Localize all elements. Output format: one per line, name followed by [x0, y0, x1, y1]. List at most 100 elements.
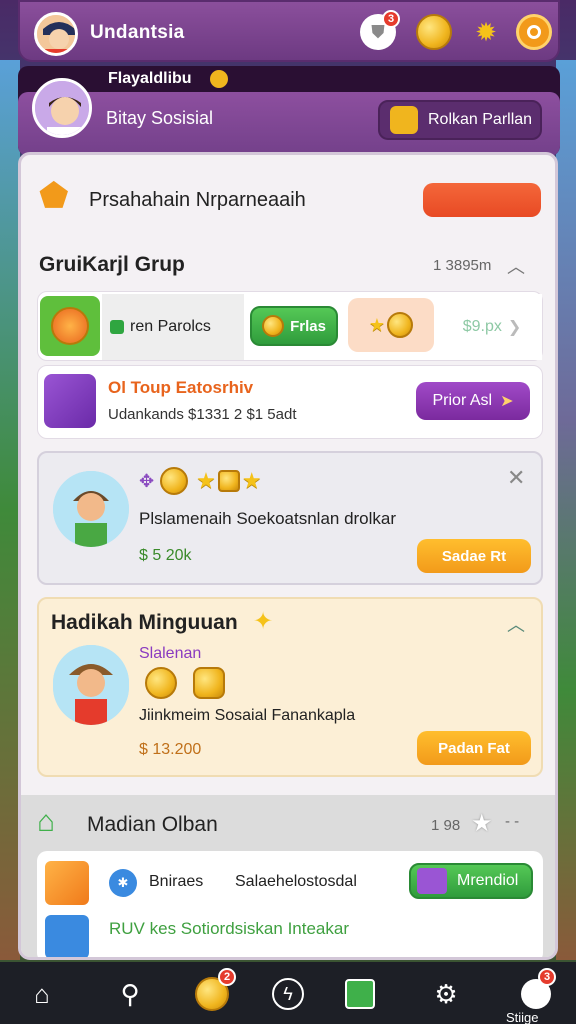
coin-stack-icon	[217, 470, 240, 492]
bottom-nav: ⌂ ⚲ 2 ϟ ⚙ 3 Stiige	[0, 962, 576, 1024]
nav-tasks[interactable]	[340, 974, 380, 1014]
chevron-right-icon: ❯	[507, 319, 522, 336]
star-badge-icon: ⬟	[39, 177, 69, 215]
chip-3[interactable]: ★	[348, 298, 434, 352]
coin-icon	[160, 467, 189, 495]
background-right	[556, 60, 576, 960]
settings-ring-icon[interactable]	[516, 14, 552, 50]
sparkle-icon: ✦	[253, 608, 274, 635]
coin-icon	[262, 315, 285, 337]
gift-icon	[44, 374, 96, 428]
game-controller-icon: ✱	[109, 869, 137, 897]
profile-section: Flayaldlibu Bitay Sosisial Rolkan Parlla…	[18, 66, 560, 156]
star-icon: ★	[241, 468, 262, 493]
group-title: GruiKarjl Grup	[39, 253, 185, 276]
character-avatar	[53, 471, 129, 547]
chip-4-label: $9.px	[462, 318, 502, 335]
weekly-reward-icons	[145, 667, 225, 699]
search-icon: ⚲	[120, 978, 140, 1009]
coin-icon	[387, 312, 414, 338]
group-thumbnail[interactable]	[40, 296, 100, 356]
chip-4[interactable]: $9.px ❯	[442, 294, 542, 360]
shield-icon[interactable]: ⛊ 3	[360, 10, 400, 50]
friend-text: Plslamenaih Soekoatsnlan drolkar	[139, 509, 397, 528]
invite-section: ⌂ Madian Olban 1 98 ★ - - ✱ Bniraes Sala…	[21, 795, 555, 957]
nav-rewards[interactable]: 2	[192, 968, 236, 1014]
invite-meta: 1 98	[431, 817, 461, 834]
section-title: Prsahahain Nrparneaaih	[89, 189, 306, 211]
invite-label-2: Salaehelostosdal	[235, 873, 357, 890]
coin-icon	[210, 70, 228, 88]
chip-1-label: ren Parolcs	[130, 318, 211, 335]
arrow-right-icon: ➤	[500, 393, 514, 410]
coin-box-icon	[390, 106, 418, 134]
nav-boost[interactable]: ϟ	[268, 974, 308, 1014]
star-icon: ★	[196, 468, 216, 493]
profile-action-label: Rolkan Parllan	[428, 111, 533, 128]
friend-action-button[interactable]: Sadae Rt	[417, 539, 531, 573]
weekly-action-label: Padan Fat	[438, 739, 510, 757]
main-panel: ⬟ Prsahahain Nrparneaaih GruiKarjl Grup …	[18, 152, 558, 960]
friend-card: ✥ ★ ★ Plslamenaih Soekoatsnlan drolkar $…	[37, 451, 543, 585]
chip-2-label: Frlas	[290, 317, 326, 335]
chevron-up-icon[interactable]: ︿	[507, 253, 525, 279]
crossed-icon	[417, 868, 447, 894]
coin-icon[interactable]	[416, 14, 452, 50]
invite-title: Madian Olban	[87, 813, 218, 836]
home-outline-icon: ⌂	[37, 805, 56, 838]
event-card: Ol Toup Eatosrhiv Udankands $1331 2 $1 5…	[37, 365, 543, 439]
gift-icon	[45, 861, 89, 905]
invite-label-1: Bniraes	[149, 873, 204, 890]
character-avatar	[53, 645, 129, 725]
invite-footer-text: RUV kes Sotiordsiskan Inteakar	[109, 919, 349, 938]
weekly-text: Jiinkmeim Sosaial Fanankapla	[139, 707, 356, 724]
app-title: Undantsia	[90, 22, 185, 43]
friend-amount: $ 5 20k	[139, 547, 192, 564]
nav-badge: 2	[218, 968, 236, 986]
profile-name: Bitay Sosisial	[106, 108, 214, 128]
invite-row: ✱ Bniraes Salaehelostosdal Mrendiol RUV …	[37, 851, 543, 957]
gem-icon	[110, 320, 124, 334]
weekly-action-button[interactable]: Padan Fat	[417, 731, 531, 765]
profile-avatar[interactable]	[32, 78, 92, 138]
weekly-amount: $ 13.200	[139, 741, 202, 758]
event-action-button[interactable]: Prior Asl ➤	[416, 382, 530, 420]
medal-icon	[51, 307, 89, 345]
event-subtitle: Udankands $1331 2 $1 5adt	[108, 406, 297, 423]
top-bar: Undantsia ⛊ 3 ✹	[18, 0, 560, 62]
nav-profile[interactable]: 3	[516, 968, 556, 1014]
invite-action-button[interactable]: Mrendiol	[409, 863, 533, 899]
star-outline-icon[interactable]: ★	[471, 809, 493, 838]
clipboard-icon	[345, 979, 375, 1009]
nav-search[interactable]: ⚲	[110, 974, 150, 1014]
background-left	[0, 60, 20, 960]
profile-action-button[interactable]: Rolkan Parllan	[378, 100, 542, 140]
event-action-label: Prior Asl	[432, 392, 493, 409]
section-action-button[interactable]	[423, 183, 541, 217]
coin-badge-icon	[193, 667, 225, 699]
nav-settings[interactable]: ⚙	[426, 974, 466, 1014]
weekly-subtitle: Slalenan	[139, 645, 202, 662]
home-icon: ⌂	[34, 978, 50, 1009]
medal-icon[interactable]: ✹	[468, 14, 504, 50]
notification-badge: 3	[382, 10, 400, 28]
reward-icons: ✥ ★ ★	[139, 467, 262, 495]
group-chips-row: ren Parolcs Frlas ★ $9.px ❯	[37, 291, 543, 361]
gamepad-icon: ✥	[139, 470, 155, 491]
close-icon[interactable]: ✕	[507, 465, 525, 491]
nav-home[interactable]: ⌂	[22, 974, 62, 1014]
invite-action-label: Mrendiol	[457, 872, 519, 889]
weekly-title: Hadikah Minguuan	[51, 611, 238, 634]
more-icon[interactable]: - -	[505, 813, 519, 830]
chip-2[interactable]: Frlas	[250, 306, 338, 346]
friend-action-label: Sadae Rt	[441, 547, 507, 565]
chip-1[interactable]: ren Parolcs	[102, 294, 244, 360]
user-avatar[interactable]	[34, 12, 78, 56]
chevron-up-icon[interactable]: ︿	[507, 611, 525, 637]
app-thumbnail	[45, 915, 89, 957]
event-title: Ol Toup Eatosrhiv	[108, 378, 254, 397]
lightning-icon: ϟ	[272, 978, 304, 1010]
profile-top-label: Flayaldlibu	[108, 70, 192, 87]
gear-icon: ⚙	[434, 978, 458, 1009]
group-meta: 1 3895m	[433, 257, 492, 274]
